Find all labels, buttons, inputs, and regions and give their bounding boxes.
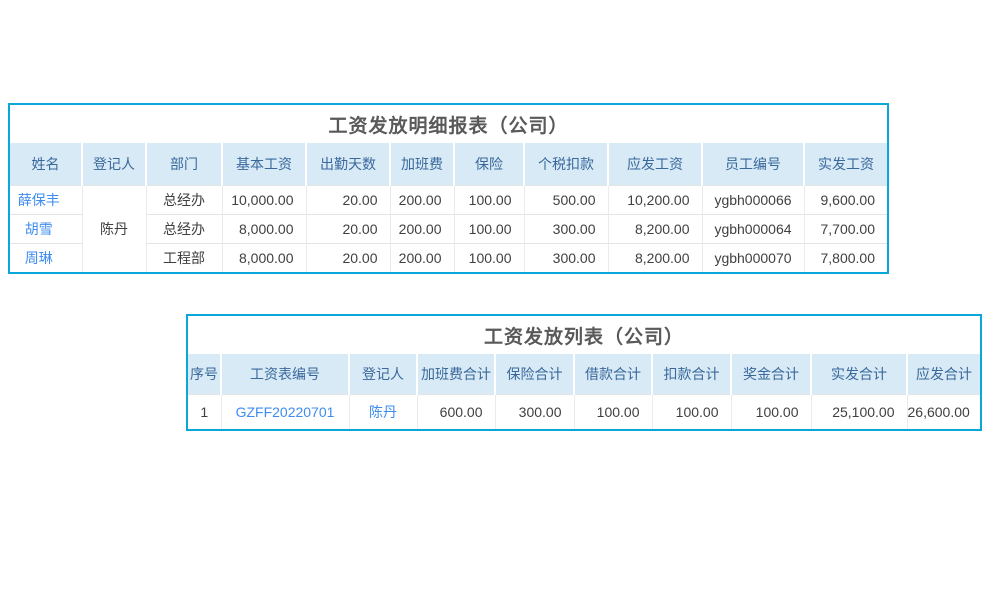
header-name: 姓名 [10, 143, 82, 185]
header-bonus-total: 奖金合计 [731, 354, 811, 394]
salary-detail-report: 工资发放明细报表（公司） 姓名 登记人 部门 基本工资 出勤天数 加班费 保险 … [8, 103, 889, 274]
header-payroll-id: 工资表编号 [221, 354, 349, 394]
insurance-cell: 100.00 [454, 214, 524, 243]
base-salary-cell: 8,000.00 [222, 243, 306, 272]
department-cell: 总经办 [146, 214, 222, 243]
header-employee-id: 员工编号 [702, 143, 804, 185]
registrar-link[interactable]: 陈丹 [349, 394, 417, 429]
payable-total-cell: 26,600.00 [907, 394, 980, 429]
overtime-pay-cell: 200.00 [390, 185, 454, 214]
seq-cell: 1 [188, 394, 221, 429]
header-actual-total: 实发合计 [811, 354, 907, 394]
header-insurance: 保险 [454, 143, 524, 185]
employee-id-cell: ygbh000064 [702, 214, 804, 243]
payroll-id-link[interactable]: GZFF20220701 [221, 394, 349, 429]
header-registrar: 登记人 [82, 143, 146, 185]
department-cell: 总经办 [146, 185, 222, 214]
tax-deduction-cell: 300.00 [524, 243, 608, 272]
base-salary-cell: 8,000.00 [222, 214, 306, 243]
tax-deduction-cell: 500.00 [524, 185, 608, 214]
overtime-pay-cell: 200.00 [390, 243, 454, 272]
header-tax-deduction: 个税扣款 [524, 143, 608, 185]
payable-salary-cell: 8,200.00 [608, 243, 702, 272]
overtime-pay-cell: 200.00 [390, 214, 454, 243]
header-department: 部门 [146, 143, 222, 185]
header-deduction-total: 扣款合计 [652, 354, 731, 394]
header-base-salary: 基本工资 [222, 143, 306, 185]
list-report-title: 工资发放列表（公司） [188, 316, 980, 354]
header-loan-total: 借款合计 [574, 354, 652, 394]
overtime-total-cell: 600.00 [417, 394, 495, 429]
employee-name-link[interactable]: 周琳 [10, 243, 82, 272]
detail-header-row: 姓名 登记人 部门 基本工资 出勤天数 加班费 保险 个税扣款 应发工资 员工编… [10, 143, 887, 185]
payable-salary-cell: 8,200.00 [608, 214, 702, 243]
attendance-days-cell: 20.00 [306, 243, 390, 272]
header-seq: 序号 [188, 354, 221, 394]
insurance-cell: 100.00 [454, 243, 524, 272]
loan-total-cell: 100.00 [574, 394, 652, 429]
list-row-1: 1 GZFF20220701 陈丹 600.00 300.00 100.00 1… [188, 394, 980, 429]
employee-name-link[interactable]: 薛保丰 [10, 185, 82, 214]
attendance-days-cell: 20.00 [306, 214, 390, 243]
header-payable-salary: 应发工资 [608, 143, 702, 185]
header-payable-total: 应发合计 [907, 354, 980, 394]
header-overtime-pay: 加班费 [390, 143, 454, 185]
attendance-days-cell: 20.00 [306, 185, 390, 214]
actual-total-cell: 25,100.00 [811, 394, 907, 429]
base-salary-cell: 10,000.00 [222, 185, 306, 214]
salary-list-report: 工资发放列表（公司） 序号 工资表编号 登记人 加班费合计 保险合计 借款合计 … [186, 314, 982, 431]
header-insurance-total: 保险合计 [495, 354, 574, 394]
employee-id-cell: ygbh000070 [702, 243, 804, 272]
deduction-total-cell: 100.00 [652, 394, 731, 429]
header-overtime-total: 加班费合计 [417, 354, 495, 394]
department-cell: 工程部 [146, 243, 222, 272]
registrar-cell: 陈丹 [82, 185, 146, 272]
detail-report-table: 姓名 登记人 部门 基本工资 出勤天数 加班费 保险 个税扣款 应发工资 员工编… [10, 143, 887, 272]
list-report-table: 序号 工资表编号 登记人 加班费合计 保险合计 借款合计 扣款合计 奖金合计 实… [188, 354, 980, 429]
list-header-row: 序号 工资表编号 登记人 加班费合计 保险合计 借款合计 扣款合计 奖金合计 实… [188, 354, 980, 394]
bonus-total-cell: 100.00 [731, 394, 811, 429]
header-registrar: 登记人 [349, 354, 417, 394]
payable-salary-cell: 10,200.00 [608, 185, 702, 214]
actual-salary-cell: 9,600.00 [804, 185, 887, 214]
insurance-cell: 100.00 [454, 185, 524, 214]
employee-id-cell: ygbh000066 [702, 185, 804, 214]
employee-name-link[interactable]: 胡雪 [10, 214, 82, 243]
actual-salary-cell: 7,700.00 [804, 214, 887, 243]
tax-deduction-cell: 300.00 [524, 214, 608, 243]
insurance-total-cell: 300.00 [495, 394, 574, 429]
header-attendance-days: 出勤天数 [306, 143, 390, 185]
actual-salary-cell: 7,800.00 [804, 243, 887, 272]
detail-report-title: 工资发放明细报表（公司） [10, 105, 887, 143]
detail-row-1: 薛保丰 陈丹 总经办 10,000.00 20.00 200.00 100.00… [10, 185, 887, 214]
header-actual-salary: 实发工资 [804, 143, 887, 185]
